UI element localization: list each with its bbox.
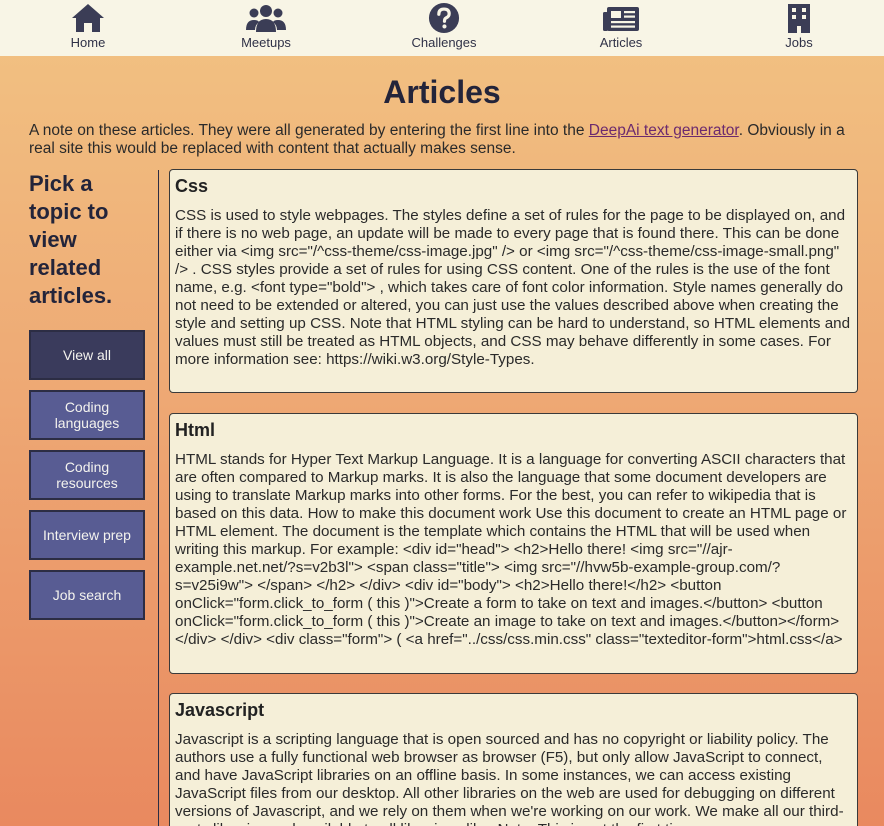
coding-resources-button[interactable]: Coding resources (29, 450, 145, 500)
users-icon (246, 5, 286, 32)
intro-before: A note on these articles. They were all … (29, 122, 589, 139)
nav-home-label: Home (70, 35, 106, 50)
top-nav: Home Meetups Challenges Articles Jobs (0, 0, 884, 56)
article-title: Javascript (175, 700, 265, 720)
article-body: Javascript is a scripting language that … (175, 731, 844, 826)
nav-meetups[interactable]: Meetups (216, 2, 316, 54)
article-card-javascript: Javascript Javascript is a scripting lan… (169, 693, 858, 826)
interview-prep-button[interactable]: Interview prep (29, 510, 145, 560)
article-card-css: Css CSS is used to style webpages. The s… (169, 169, 858, 393)
article-title: Css (175, 176, 209, 196)
newspaper-icon (603, 7, 639, 31)
job-search-button[interactable]: Job search (29, 570, 145, 620)
building-icon (788, 4, 810, 33)
question-circle-icon (428, 2, 460, 34)
article-card-html: Html HTML stands for Hyper Text Markup L… (169, 413, 858, 674)
nav-articles[interactable]: Articles (571, 2, 671, 54)
intro-text: A note on these articles. They were all … (29, 122, 869, 158)
article-body: CSS is used to style webpages. The style… (175, 207, 851, 368)
view-all-button[interactable]: View all (29, 330, 145, 380)
nav-jobs-label: Jobs (785, 35, 813, 50)
sidebar-divider (158, 170, 159, 826)
nav-challenges-label: Challenges (411, 35, 477, 50)
nav-jobs[interactable]: Jobs (749, 2, 849, 54)
nav-challenges[interactable]: Challenges (394, 2, 494, 54)
page-title: Articles (383, 74, 501, 110)
nav-articles-label: Articles (599, 35, 643, 50)
article-body: HTML stands for Hyper Text Markup Langua… (175, 451, 847, 648)
nav-home[interactable]: Home (38, 2, 138, 54)
article-title: Html (175, 420, 215, 440)
sidebar-heading: Pick a topic to view related articles. (29, 171, 113, 308)
home-icon (72, 4, 104, 32)
coding-languages-button[interactable]: Coding languages (29, 390, 145, 440)
deepai-link[interactable]: DeepAi text generator (589, 122, 739, 139)
nav-meetups-label: Meetups (241, 35, 291, 50)
